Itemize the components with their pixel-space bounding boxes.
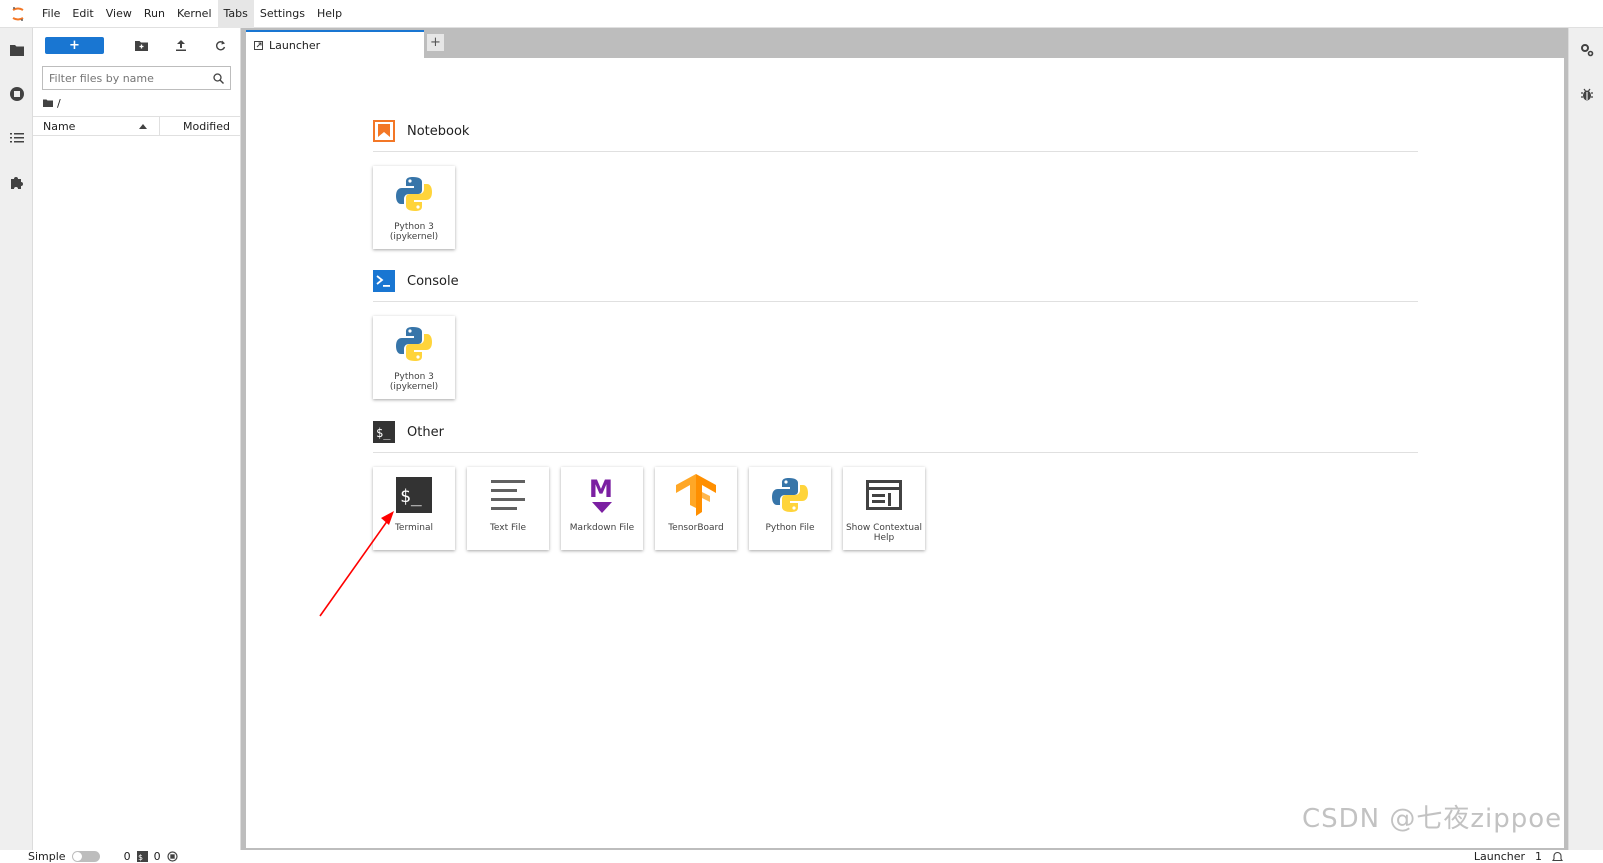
file-browser-toolbar: + <box>33 28 240 62</box>
card-label: Show Contextual Help <box>845 523 923 543</box>
svg-text:M: M <box>589 475 613 503</box>
menu-kernel[interactable]: Kernel <box>171 0 218 28</box>
search-icon <box>213 72 224 84</box>
file-list-header: Name Modified <box>33 116 240 136</box>
menu-bar: File Edit View Run Kernel Tabs Settings … <box>0 0 1603 28</box>
notebook-section: Notebook Python 3 (ipykernel) <box>373 117 1418 249</box>
launcher-card-console-python3[interactable]: Python 3 (ipykernel) <box>373 316 455 399</box>
column-modified-header[interactable]: Modified <box>160 120 240 133</box>
card-label: Text File <box>489 523 527 533</box>
debugger-bug-icon[interactable] <box>1569 72 1603 116</box>
launcher-card-text-file[interactable]: Text File <box>467 467 549 550</box>
menu-file[interactable]: File <box>36 0 66 28</box>
simple-mode-toggle[interactable] <box>71 850 100 862</box>
new-launcher-button[interactable]: + <box>45 36 104 54</box>
jupyter-logo-icon <box>0 0 36 28</box>
console-section: Console Python 3 (ipykernel) <box>373 267 1418 399</box>
svg-text:$_: $_ <box>400 486 422 507</box>
kernel-count: 0 <box>153 849 161 863</box>
left-activity-bar <box>0 28 33 850</box>
menu-settings[interactable]: Settings <box>254 0 311 28</box>
console-section-title: Console <box>407 273 459 289</box>
launcher-card-markdown-file[interactable]: M Markdown File <box>561 467 643 550</box>
notification-bell-icon[interactable] <box>1552 851 1563 862</box>
breadcrumb-root[interactable]: / <box>57 97 61 110</box>
launcher-panel: Notebook Python 3 (ipykernel) Console Py… <box>246 58 1564 848</box>
folder-icon[interactable] <box>0 28 33 72</box>
svg-text:$: $ <box>138 853 143 862</box>
main-dock-area: Launcher + Notebook Python 3 (ipykernel) <box>246 28 1568 850</box>
tab-launcher[interactable]: Launcher <box>246 30 424 58</box>
upload-icon[interactable] <box>161 35 200 55</box>
markdown-icon: M <box>561 467 643 523</box>
refresh-icon[interactable] <box>201 35 240 55</box>
tensorboard-icon <box>655 467 737 523</box>
notebook-icon <box>373 120 395 142</box>
terminal-icon: $_ <box>373 467 455 523</box>
contextual-help-icon <box>843 467 925 523</box>
launcher-card-terminal[interactable]: $_ Terminal <box>373 467 455 550</box>
card-label: Python File <box>765 523 815 533</box>
other-section: $_ Other $_ Terminal Text File M Markdow… <box>373 418 1418 550</box>
running-kernels-icon[interactable] <box>0 72 33 116</box>
tab-bar: Launcher + <box>246 28 1568 58</box>
watermark-text: CSDN @七夜zippoe <box>1302 804 1563 834</box>
other-terminal-icon: $_ <box>373 421 395 443</box>
python-logo-icon <box>373 166 455 222</box>
python-logo-icon <box>373 316 455 372</box>
status-bar: Simple 0 $ 0 Launcher 1 <box>0 849 1603 863</box>
console-icon <box>373 270 395 292</box>
right-sidebar <box>1568 28 1603 850</box>
notebook-section-header: Notebook <box>373 117 1418 152</box>
breadcrumb: / <box>33 90 240 116</box>
column-name-header[interactable]: Name <box>33 116 160 136</box>
launcher-card-tensorboard[interactable]: TensorBoard <box>655 467 737 550</box>
simple-mode-label: Simple <box>28 849 66 863</box>
add-tab-button[interactable]: + <box>426 33 445 52</box>
launcher-card-contextual-help[interactable]: Show Contextual Help <box>843 467 925 550</box>
menu-tabs[interactable]: Tabs <box>217 0 254 28</box>
folder-icon[interactable] <box>43 99 53 107</box>
python-logo-icon <box>749 467 831 523</box>
menu-run[interactable]: Run <box>138 0 171 28</box>
sort-ascending-icon <box>139 123 147 129</box>
kernel-status-icon[interactable] <box>166 850 178 862</box>
svg-text:$_: $_ <box>376 426 391 440</box>
launcher-card-notebook-python3[interactable]: Python 3 (ipykernel) <box>373 166 455 249</box>
file-filter-box <box>42 66 231 90</box>
property-inspector-icon[interactable] <box>1569 28 1603 72</box>
menu-help[interactable]: Help <box>311 0 348 28</box>
menu-view[interactable]: View <box>100 0 138 28</box>
other-section-title: Other <box>407 424 444 440</box>
text-file-icon <box>467 467 549 523</box>
card-label: TensorBoard <box>668 523 724 533</box>
card-label: Python 3 (ipykernel) <box>389 372 439 392</box>
console-section-header: Console <box>373 267 1418 302</box>
extensions-icon[interactable] <box>0 160 33 204</box>
terminal-status-icon[interactable]: $ <box>136 850 148 862</box>
menu-edit[interactable]: Edit <box>66 0 99 28</box>
card-label: Python 3 (ipykernel) <box>389 222 439 242</box>
notebook-section-title: Notebook <box>407 123 470 139</box>
other-section-header: $_ Other <box>373 418 1418 453</box>
status-tab-count: 1 <box>1535 849 1542 863</box>
table-of-contents-icon[interactable] <box>0 116 33 160</box>
card-label: Terminal <box>394 523 434 533</box>
terminal-count: 0 <box>123 849 131 863</box>
file-browser-panel: + / Name Modified <box>33 28 241 850</box>
card-label: Markdown File <box>569 523 635 533</box>
new-folder-icon[interactable] <box>122 35 161 55</box>
launcher-tab-icon <box>254 40 263 50</box>
launcher-card-python-file[interactable]: Python File <box>749 467 831 550</box>
file-filter-input[interactable] <box>49 71 213 85</box>
status-active-tab: Launcher <box>1473 849 1525 863</box>
tab-launcher-label: Launcher <box>269 38 321 52</box>
column-name-label: Name <box>43 119 76 133</box>
